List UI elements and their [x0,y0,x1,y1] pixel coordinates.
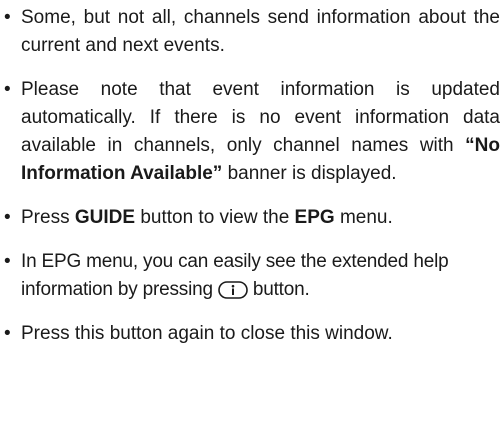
bullet: • [4,79,11,100]
info-button-icon [218,281,248,299]
list-item: • Please note that event information is … [4,76,500,188]
item-text: Some, but not all, channels send informa… [21,7,500,56]
bullet: • [4,251,11,272]
list-item: • Press this button again to close this … [4,320,500,348]
list-item: • Press GUIDE button to view the EPG men… [4,204,500,232]
item-text: Press this button again to close this wi… [21,323,393,344]
instruction-list: • Some, but not all, channels send infor… [4,0,500,348]
bullet: • [4,323,11,344]
list-item: • In EPG menu, you can easily see the ex… [4,248,500,304]
item-text: Press GUIDE button to view the EPG menu. [21,207,393,228]
epg-label: EPG [294,207,335,228]
bullet: • [4,207,11,228]
item-text: In EPG menu, you can easily see the exte… [21,251,449,300]
item-text: Please note that event information is up… [21,79,500,184]
list-item: • Some, but not all, channels send infor… [4,4,500,60]
bullet: • [4,7,11,28]
guide-button-label: GUIDE [74,207,136,228]
